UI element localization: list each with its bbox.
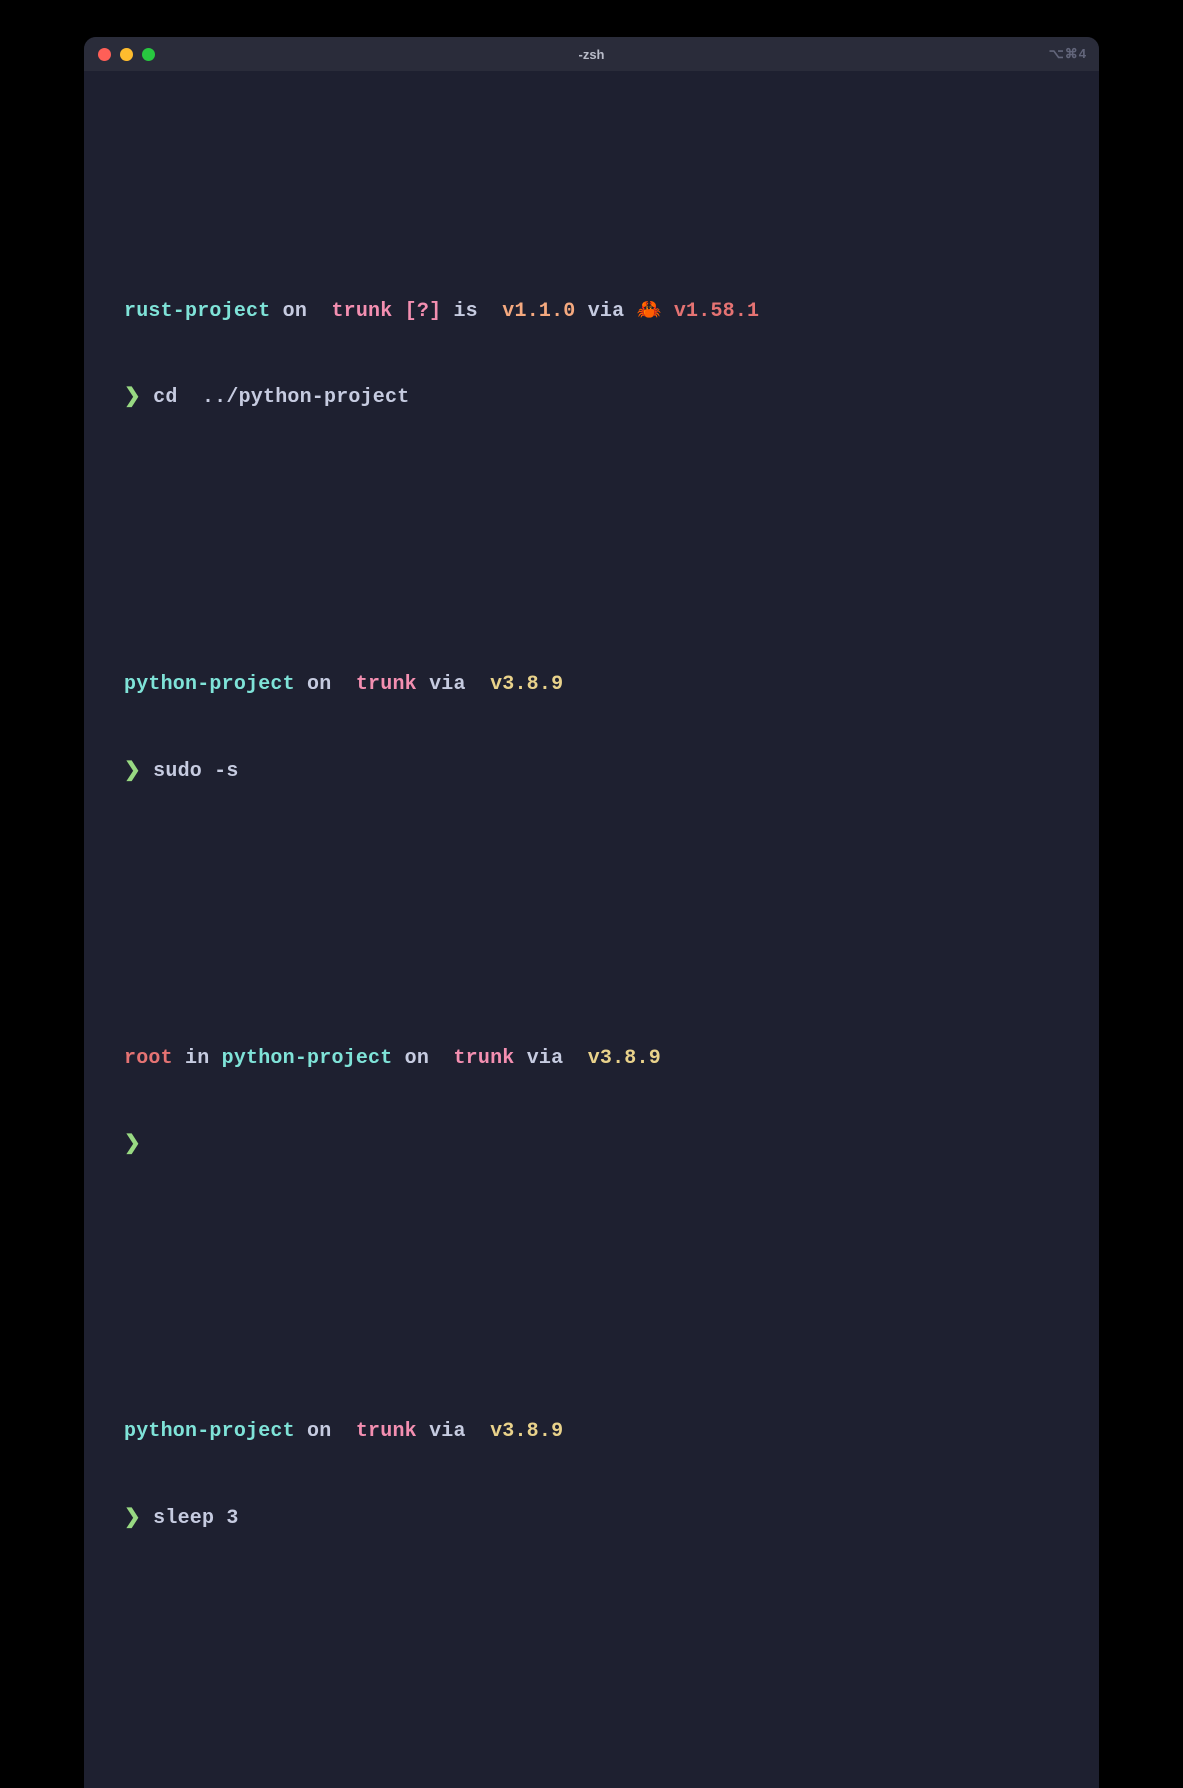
- titlebar: -zsh ⌥⌘4: [84, 37, 1099, 71]
- crab-icon: 🦀: [637, 300, 662, 323]
- user: root: [124, 1047, 173, 1070]
- prompt-context: python-project on trunk via v3.8.9: [124, 1418, 1059, 1447]
- prompt-line: ❯: [124, 1131, 1059, 1160]
- text-on: on: [307, 1420, 331, 1443]
- prompt-context: rust-project on trunk [?] is v1.1.0 via …: [124, 298, 1059, 327]
- python-version: v3.8.9: [588, 1047, 661, 1070]
- directory: python-project: [124, 673, 295, 696]
- close-icon[interactable]: [98, 48, 111, 61]
- prompt-symbol: ❯: [124, 1133, 141, 1156]
- directory: python-project: [222, 1047, 393, 1070]
- command-input[interactable]: sleep 3: [153, 1507, 238, 1530]
- text-via: via: [429, 673, 466, 696]
- prompt-symbol: ❯: [124, 760, 141, 783]
- zoom-icon[interactable]: [142, 48, 155, 61]
- terminal-window: -zsh ⌥⌘4 rust-project on trunk [?] is v1…: [84, 37, 1099, 1788]
- minimize-icon[interactable]: [120, 48, 133, 61]
- directory: python-project: [124, 1420, 295, 1443]
- text-on: on: [307, 673, 331, 696]
- prompt-line: ❯ sleep 3: [124, 1505, 1059, 1534]
- git-status: [?]: [405, 300, 442, 323]
- git-branch: trunk: [331, 300, 392, 323]
- text-in: in: [185, 1047, 209, 1070]
- git-branch: trunk: [453, 1047, 514, 1070]
- command-input[interactable]: sudo -s: [153, 760, 238, 783]
- git-branch: trunk: [356, 1420, 417, 1443]
- prompt-block: root in python-project on trunk via v3.8…: [124, 987, 1059, 1217]
- prompt-line: ❯ cd ../python-project: [124, 384, 1059, 413]
- traffic-lights: [98, 48, 155, 61]
- git-branch: trunk: [356, 673, 417, 696]
- prompt-line: ❯ sudo -s: [124, 758, 1059, 787]
- prompt-block: python-project on trunk via v3.8.9 took …: [124, 1734, 1059, 1788]
- rust-version: v1.58.1: [674, 300, 759, 323]
- prompt-block: rust-project on trunk [?] is v1.1.0 via …: [124, 240, 1059, 470]
- prompt-block: python-project on trunk via v3.8.9 ❯ sud…: [124, 614, 1059, 844]
- text-on: on: [405, 1047, 429, 1070]
- text-on: on: [283, 300, 307, 323]
- shortcut-badge: ⌥⌘4: [1049, 46, 1087, 62]
- command-input[interactable]: cd ../python-project: [153, 386, 409, 409]
- prompt-context: python-project on trunk via v3.8.9: [124, 671, 1059, 700]
- terminal-body[interactable]: rust-project on trunk [?] is v1.1.0 via …: [84, 71, 1099, 1788]
- python-version: v3.8.9: [490, 673, 563, 696]
- text-via: via: [429, 1420, 466, 1443]
- directory: rust-project: [124, 300, 270, 323]
- text-via: via: [527, 1047, 564, 1070]
- python-version: v3.8.9: [490, 1420, 563, 1443]
- prompt-symbol: ❯: [124, 386, 141, 409]
- prompt-block: python-project on trunk via v3.8.9 ❯ sle…: [124, 1361, 1059, 1591]
- package-version: v1.1.0: [502, 300, 575, 323]
- window-title: -zsh: [84, 47, 1099, 62]
- text-via: via: [588, 300, 625, 323]
- prompt-context: root in python-project on trunk via v3.8…: [124, 1045, 1059, 1074]
- text-is: is: [453, 300, 477, 323]
- prompt-symbol: ❯: [124, 1507, 141, 1530]
